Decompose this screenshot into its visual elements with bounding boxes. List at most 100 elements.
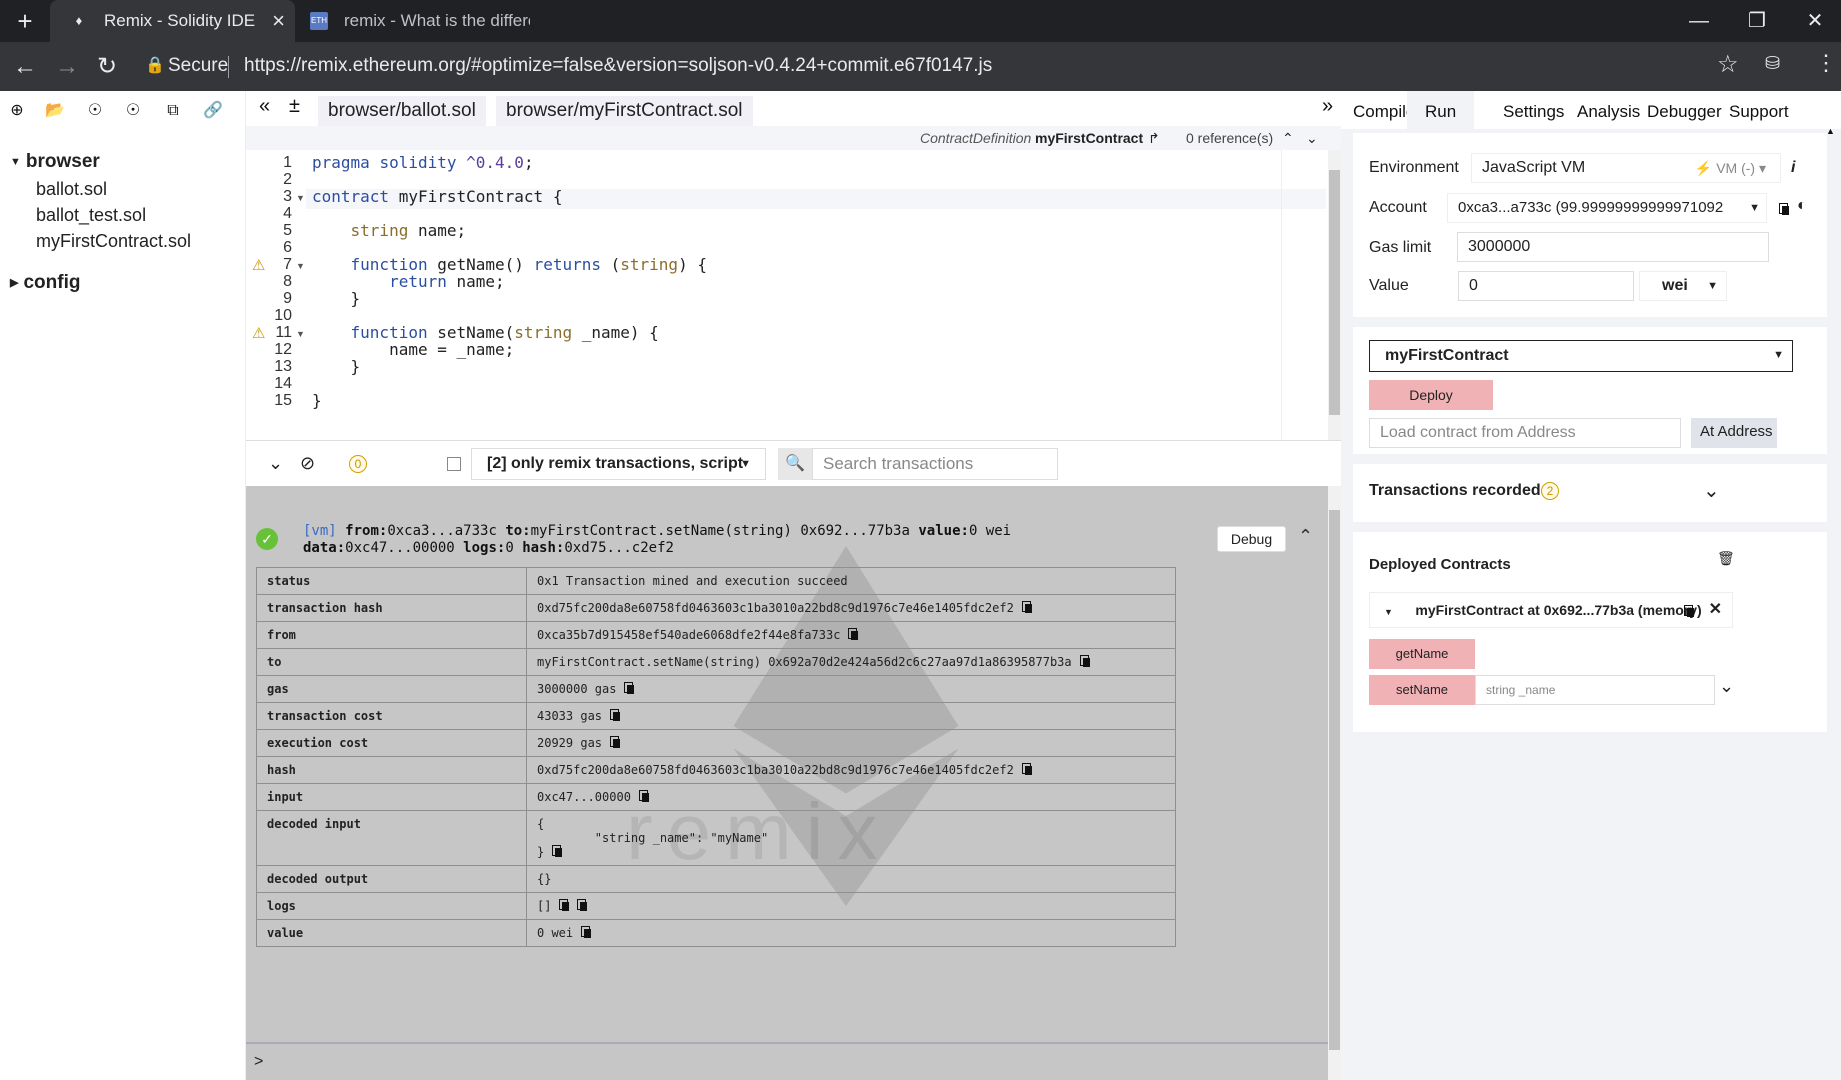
detail-row: decoded input{ "string _name": "myName" …	[256, 810, 1176, 866]
code-line: pragma solidity ^0.4.0;	[312, 153, 534, 172]
hide-right-panel-icon[interactable]: »	[1322, 95, 1333, 118]
restore-icon[interactable]: ❐	[1728, 0, 1786, 42]
copy-icon[interactable]	[552, 845, 563, 857]
collapse-details-icon[interactable]: ⌃	[1298, 526, 1313, 547]
transaction-filter-select[interactable]: [2] only remix transactions, script ▼	[471, 448, 766, 480]
url-field[interactable]: 🔒 Secure https://remix.ethereum.org/#opt…	[140, 47, 1770, 85]
scrollbar-thumb[interactable]	[1329, 170, 1340, 415]
terminal-scrollbar[interactable]	[1328, 486, 1341, 1080]
detail-row: to myFirstContract.setName(string) 0x692a…	[256, 648, 1176, 676]
minimize-icon[interactable]: —	[1670, 0, 1728, 42]
chevron-down-icon[interactable]: ⌄	[1703, 478, 1720, 503]
info-icon[interactable]: i	[1791, 159, 1795, 177]
tab-compile[interactable]: Compile	[1353, 91, 1415, 129]
close-window-icon[interactable]: ✕	[1786, 0, 1841, 42]
right-panel: Compile Run Settings Analysis Debugger S…	[1341, 91, 1841, 1080]
copy-icon[interactable]	[1021, 763, 1032, 775]
reload-icon[interactable]: ↻	[90, 50, 124, 84]
setname-button[interactable]: setName	[1369, 675, 1475, 705]
tab-analysis[interactable]: Analysis	[1577, 91, 1640, 129]
value-input[interactable]: 0	[1458, 271, 1634, 301]
listen-network-checkbox[interactable]	[447, 457, 461, 471]
copy-address-icon[interactable]	[1684, 605, 1694, 617]
file-item[interactable]: ballot.sol	[36, 179, 107, 200]
setname-input[interactable]: string _name	[1475, 675, 1715, 705]
trash-icon[interactable]: 🗑	[1717, 550, 1735, 567]
fold-caret-icon[interactable]: ▼	[296, 329, 305, 339]
search-icon[interactable]: 🔍	[778, 448, 812, 480]
detail-value-text: 0xc47...00000	[537, 790, 631, 804]
scrollbar-thumb[interactable]	[1329, 510, 1340, 1050]
new-tab-icon[interactable]: +	[12, 8, 38, 34]
tab-support[interactable]: Support	[1729, 91, 1789, 129]
previous-reference-icon[interactable]: ⌃	[1282, 126, 1294, 150]
scrollbar-up-arrow-icon[interactable]: ▲	[1826, 126, 1841, 142]
deploy-button[interactable]: Deploy	[1369, 380, 1493, 410]
hide-explorer-icon[interactable]: «	[259, 95, 270, 118]
copy-icon[interactable]	[610, 736, 621, 748]
file-tab[interactable]: browser/myFirstContract.sol	[496, 96, 753, 126]
goto-definition-icon[interactable]: ↱	[1148, 126, 1160, 150]
minimize-terminal-icon[interactable]: ⌄	[268, 453, 283, 474]
bookmark-star-icon[interactable]: ☆	[1717, 50, 1739, 79]
detail-key: decoded output	[256, 865, 527, 893]
copy-icon[interactable]	[1079, 655, 1090, 667]
next-reference-icon[interactable]: ⌄	[1306, 126, 1318, 150]
copy-icon[interactable]	[610, 709, 621, 721]
file-tab[interactable]: browser/ballot.sol	[318, 96, 486, 126]
environment-select[interactable]: JavaScript VM ⚡ VM (-) ▾	[1471, 153, 1781, 183]
contract-select[interactable]: myFirstContract ▼	[1369, 340, 1793, 372]
connect-localhost-icon[interactable]: 🔗	[202, 100, 224, 122]
code-editor[interactable]: 1 2 3 ▼ 4 5 6 7 ⚠ ▼ 8 9 10 11 ⚠ ▼ 12 13 14 15 pragma solidi…	[246, 150, 1328, 440]
search-transactions-input[interactable]: Search transactions	[812, 448, 1058, 480]
copy-icon[interactable]	[581, 926, 592, 938]
github-gist-icon[interactable]: ☉	[84, 100, 106, 122]
tab-run[interactable]: Run	[1407, 91, 1475, 129]
editor-scrollbar[interactable]	[1328, 150, 1341, 440]
browser-tab-ethereum-se[interactable]: ETH remix - What is the differenc	[290, 0, 530, 42]
terminal-input[interactable]: >	[246, 1042, 1328, 1080]
copy-icon[interactable]	[624, 682, 635, 694]
new-account-icon[interactable]: ◐	[1797, 197, 1807, 215]
deploy-card: myFirstContract ▼ Deploy Load contract f…	[1353, 327, 1827, 454]
back-icon[interactable]: ←	[8, 50, 42, 84]
copy-icon[interactable]	[638, 790, 649, 802]
transaction-summary[interactable]: [vm] from:0xca3...a733c to:myFirstContra…	[303, 523, 1083, 557]
copy-icon[interactable]	[1021, 601, 1032, 613]
copy-icon[interactable]	[848, 628, 859, 640]
forward-icon[interactable]: →	[50, 50, 84, 84]
open-folder-icon[interactable]: 📂	[44, 100, 66, 122]
copy-icon[interactable]	[577, 899, 588, 911]
account-select[interactable]: 0xca3...a733c (99.99999999999971092 ▼	[1447, 193, 1767, 223]
transactions-recorded-card[interactable]: Transactions recorded: 2 ⌄	[1353, 464, 1827, 522]
copy-icon[interactable]	[559, 899, 570, 911]
tab-debugger[interactable]: Debugger	[1647, 91, 1722, 129]
gas-limit-input[interactable]: 3000000	[1457, 232, 1769, 262]
load-contract-address-input[interactable]: Load contract from Address	[1369, 418, 1681, 448]
fold-caret-icon[interactable]: ▼	[296, 193, 305, 203]
value-unit-select[interactable]: wei ▼	[1639, 271, 1727, 301]
at-address-button[interactable]: At Address	[1691, 418, 1777, 448]
expand-params-icon[interactable]: ⌄	[1719, 676, 1734, 697]
getname-button[interactable]: getName	[1369, 639, 1475, 669]
copy-address-icon[interactable]	[1779, 203, 1789, 215]
increase-font-icon[interactable]: ±	[289, 95, 300, 118]
tab-settings[interactable]: Settings	[1503, 91, 1564, 129]
folder-browser[interactable]: ▼ browser	[10, 151, 100, 173]
extension-icon[interactable]: ⛁	[1765, 53, 1780, 74]
folder-config[interactable]: ▶ config	[10, 272, 80, 294]
clear-terminal-icon[interactable]: ⊘	[300, 453, 315, 474]
copy-to-instance-icon[interactable]: ⧉	[162, 100, 184, 122]
deployed-instance[interactable]: ▼ myFirstContract at 0x692...77b3a (memo…	[1369, 592, 1733, 628]
browser-tab-remix[interactable]: ♦ Remix - Solidity IDE ×	[50, 0, 295, 42]
github-icon[interactable]: ☉	[122, 100, 144, 122]
close-instance-icon[interactable]: ✕	[1709, 593, 1722, 627]
debug-button[interactable]: Debug	[1217, 526, 1286, 552]
create-file-icon[interactable]: ⊕	[6, 100, 28, 122]
file-item[interactable]: myFirstContract.sol	[36, 231, 191, 252]
file-item[interactable]: ballot_test.sol	[36, 205, 146, 226]
prompt-symbol: >	[254, 1053, 264, 1070]
fold-caret-icon[interactable]: ▼	[296, 261, 305, 271]
chrome-menu-icon[interactable]: ⋮	[1815, 50, 1837, 76]
close-tab-icon[interactable]: ×	[272, 0, 285, 42]
